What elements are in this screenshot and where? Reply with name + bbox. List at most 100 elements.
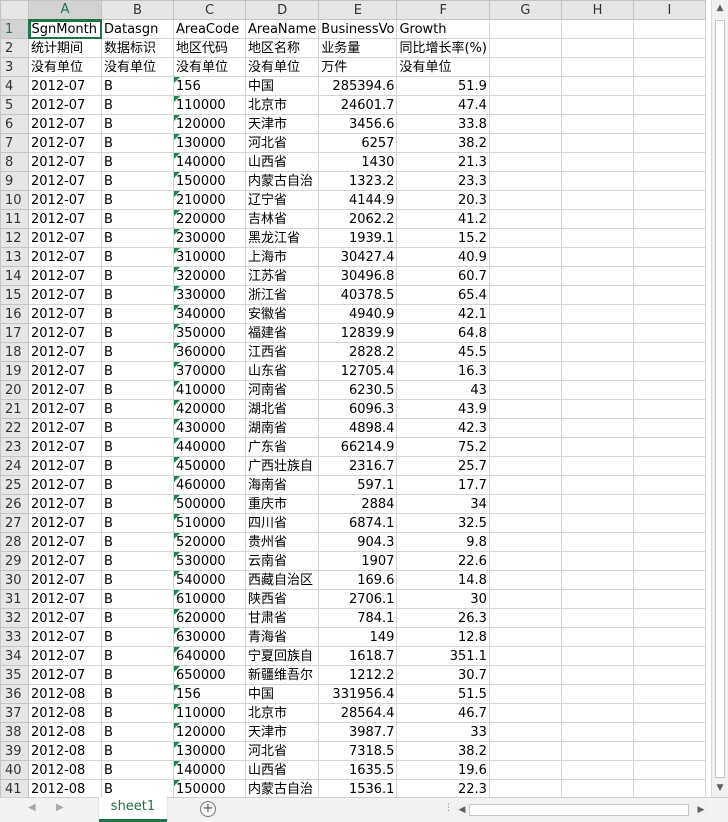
cell-e13[interactable]: 30427.4 [318, 247, 398, 267]
cell-a2[interactable]: 统计期间 [28, 38, 102, 58]
cell-a25[interactable]: 2012-07 [28, 475, 102, 495]
row-header[interactable]: 22 [0, 418, 29, 438]
cell-d28[interactable]: 贵州省 [244, 532, 320, 552]
cell-c7[interactable]: 130000 [173, 133, 246, 153]
cell-b17[interactable]: B [101, 323, 174, 343]
cell-d5[interactable]: 北京市 [244, 95, 320, 115]
cell-b6[interactable]: B [101, 114, 174, 134]
cell-b33[interactable]: B [101, 627, 174, 647]
cell-f20[interactable]: 43 [396, 380, 490, 400]
cell-h23[interactable] [560, 437, 634, 457]
cell-c34[interactable]: 640000 [173, 646, 246, 666]
cell-b2[interactable]: 数据标识 [101, 38, 174, 58]
cell-a30[interactable]: 2012-07 [28, 570, 102, 590]
row-header[interactable]: 14 [0, 266, 29, 286]
cell-f22[interactable]: 42.3 [396, 418, 490, 438]
cell-b23[interactable]: B [101, 437, 174, 457]
cell-h5[interactable] [560, 95, 634, 115]
cell-i2[interactable] [632, 38, 706, 58]
row-header[interactable]: 41 [0, 779, 29, 797]
cell-d24[interactable]: 广西壮族自 [244, 456, 320, 476]
cell-b13[interactable]: B [101, 247, 174, 267]
row-header[interactable]: 18 [0, 342, 29, 362]
cell-d26[interactable]: 重庆市 [244, 494, 320, 514]
cell-d9[interactable]: 内蒙古自治 [244, 171, 320, 191]
cell-c28[interactable]: 520000 [173, 532, 246, 552]
cell-c6[interactable]: 120000 [173, 114, 246, 134]
row-header[interactable]: 23 [0, 437, 29, 457]
cell-c10[interactable]: 210000 [173, 190, 246, 210]
cell-c17[interactable]: 350000 [173, 323, 246, 343]
cell-g31[interactable] [488, 589, 562, 609]
cell-g11[interactable] [488, 209, 562, 229]
cell-h15[interactable] [560, 285, 634, 305]
cell-g19[interactable] [488, 361, 562, 381]
cell-f16[interactable]: 42.1 [396, 304, 490, 324]
cell-d3[interactable]: 没有单位 [244, 57, 320, 77]
sheet-tab-sheet1[interactable]: sheet1 [99, 797, 167, 822]
cell-e19[interactable]: 12705.4 [318, 361, 398, 381]
cell-d11[interactable]: 吉林省 [244, 209, 320, 229]
cell-f37[interactable]: 46.7 [396, 703, 490, 723]
cell-d15[interactable]: 浙江省 [244, 285, 320, 305]
cell-b35[interactable]: B [101, 665, 174, 685]
cell-i6[interactable] [632, 114, 706, 134]
cell-a37[interactable]: 2012-08 [28, 703, 102, 723]
cell-b8[interactable]: B [101, 152, 174, 172]
triangle-left-icon[interactable]: ◀ [28, 802, 36, 813]
column-header-c[interactable]: C [173, 0, 246, 20]
cell-e32[interactable]: 784.1 [318, 608, 398, 628]
cell-i24[interactable] [632, 456, 706, 476]
cell-f24[interactable]: 25.7 [396, 456, 490, 476]
cell-h40[interactable] [560, 760, 634, 780]
cell-b12[interactable]: B [101, 228, 174, 248]
row-header[interactable]: 10 [0, 190, 29, 210]
column-header-b[interactable]: B [101, 0, 174, 20]
cell-e39[interactable]: 7318.5 [318, 741, 398, 761]
row-header[interactable]: 13 [0, 247, 29, 267]
cell-g28[interactable] [488, 532, 562, 552]
cell-f25[interactable]: 17.7 [396, 475, 490, 495]
cell-i36[interactable] [632, 684, 706, 704]
triangle-right-icon[interactable]: ▶ [56, 802, 64, 813]
cell-e20[interactable]: 6230.5 [318, 380, 398, 400]
cell-g22[interactable] [488, 418, 562, 438]
cell-c23[interactable]: 440000 [173, 437, 246, 457]
cell-c14[interactable]: 320000 [173, 266, 246, 286]
cell-h7[interactable] [560, 133, 634, 153]
cell-c5[interactable]: 110000 [173, 95, 246, 115]
cell-f28[interactable]: 9.8 [396, 532, 490, 552]
cell-i11[interactable] [632, 209, 706, 229]
cell-a9[interactable]: 2012-07 [28, 171, 102, 191]
row-header[interactable]: 2 [0, 38, 29, 58]
cell-g5[interactable] [488, 95, 562, 115]
cell-f21[interactable]: 43.9 [396, 399, 490, 419]
cell-h25[interactable] [560, 475, 634, 495]
cell-a6[interactable]: 2012-07 [28, 114, 102, 134]
row-header[interactable]: 19 [0, 361, 29, 381]
cell-f9[interactable]: 23.3 [396, 171, 490, 191]
cell-c4[interactable]: 156 [173, 76, 246, 96]
cell-g1[interactable] [488, 19, 562, 39]
cell-i4[interactable] [632, 76, 706, 96]
cell-a24[interactable]: 2012-07 [28, 456, 102, 476]
cell-b25[interactable]: B [101, 475, 174, 495]
cell-h3[interactable] [560, 57, 634, 77]
cell-i18[interactable] [632, 342, 706, 362]
cell-d16[interactable]: 安徽省 [244, 304, 320, 324]
cell-a31[interactable]: 2012-07 [28, 589, 102, 609]
cell-h33[interactable] [560, 627, 634, 647]
cell-d38[interactable]: 天津市 [244, 722, 320, 742]
cell-c36[interactable]: 156 [173, 684, 246, 704]
cell-d4[interactable]: 中国 [244, 76, 320, 96]
cell-e10[interactable]: 4144.9 [318, 190, 398, 210]
cell-f12[interactable]: 15.2 [396, 228, 490, 248]
cell-f34[interactable]: 351.1 [396, 646, 490, 666]
cell-f15[interactable]: 65.4 [396, 285, 490, 305]
cell-b21[interactable]: B [101, 399, 174, 419]
cell-a19[interactable]: 2012-07 [28, 361, 102, 381]
cell-c32[interactable]: 620000 [173, 608, 246, 628]
column-header-g[interactable]: G [488, 0, 562, 20]
cell-b5[interactable]: B [101, 95, 174, 115]
cell-d12[interactable]: 黑龙江省 [244, 228, 320, 248]
